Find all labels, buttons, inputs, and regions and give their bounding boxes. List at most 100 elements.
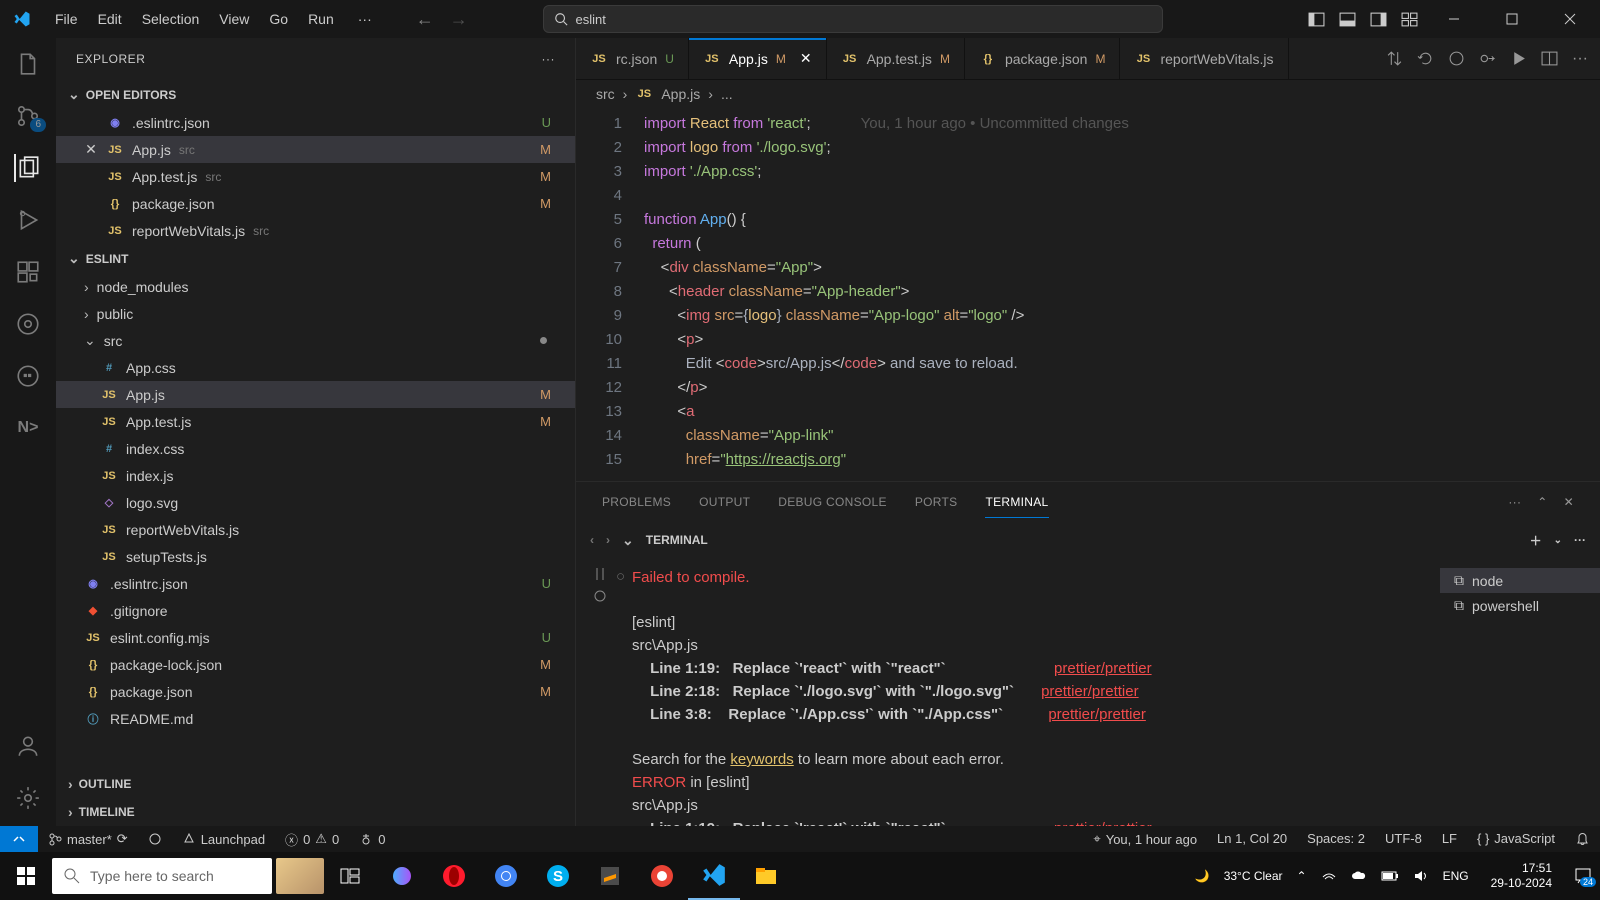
panel-tab-ports[interactable]: PORTS [915,487,958,518]
command-center-search[interactable]: eslint [543,5,1163,33]
panel-close-icon[interactable]: ✕ [1564,495,1574,509]
open-editor-item[interactable]: JSreportWebVitals.jssrc [56,217,575,244]
outline-section[interactable]: ›OUTLINE [56,770,575,798]
term-prev-icon[interactable]: ‹ [590,533,594,547]
panel-tab-output[interactable]: OUTPUT [699,487,750,518]
sidebar-more-icon[interactable]: ··· [542,52,556,66]
battery-icon[interactable] [1381,870,1399,882]
panel-tab-problems[interactable]: PROBLEMS [602,487,671,518]
file-tree-item[interactable]: ›node_modules [56,273,575,300]
spaces-status[interactable]: Spaces: 2 [1297,831,1375,846]
weather-text[interactable]: 33°C Clear [1224,869,1283,883]
terminal-shell-item[interactable]: ⧉powershell [1440,593,1600,618]
explorer-taskbar-icon[interactable] [740,852,792,900]
menu-run[interactable]: Run [298,7,344,31]
skype-icon[interactable]: S [532,852,584,900]
file-tree-item[interactable]: ◇logo.svg [56,489,575,516]
account-icon[interactable] [14,732,42,760]
sublime-icon[interactable] [584,852,636,900]
start-button[interactable] [0,852,52,900]
file-tree-item[interactable]: JSApp.test.jsM [56,408,575,435]
explorer-icon[interactable] [14,50,42,78]
forward-icon[interactable]: → [450,9,468,30]
extensions-icon[interactable] [14,258,42,286]
menu-go[interactable]: Go [259,7,298,31]
task-view-icon[interactable] [324,852,376,900]
editor-tab[interactable]: {}package.jsonM [965,38,1121,79]
encoding-status[interactable]: UTF-8 [1375,831,1432,846]
revert-icon[interactable] [1417,50,1434,67]
scm-icon[interactable] [14,102,42,130]
panel-tab-terminal[interactable]: TERMINAL [985,487,1048,518]
file-tree-item[interactable]: ◉.eslintrc.jsonU [56,570,575,597]
file-tree-item[interactable]: JSApp.jsM [56,381,575,408]
panel-tab-debug-console[interactable]: DEBUG CONSOLE [778,487,887,518]
file-tree-item[interactable]: ›public [56,300,575,327]
file-tree-item[interactable]: #index.css [56,435,575,462]
layout-right-icon[interactable] [1370,11,1387,28]
vscode-taskbar-icon[interactable] [688,852,740,900]
menu-more-icon[interactable]: ··· [348,7,382,31]
lang-indicator[interactable]: ENG [1443,869,1469,883]
file-tree-item[interactable]: {}package-lock.jsonM [56,651,575,678]
opera-icon[interactable] [428,852,480,900]
blame-status[interactable]: ⌖You, 1 hour ago [1083,831,1207,847]
open-editors-section[interactable]: ⌄OPEN EDITORS [56,80,575,109]
menu-edit[interactable]: Edit [88,7,132,31]
terminal-shell-item[interactable]: ⧉node [1440,568,1600,593]
term-dropdown-icon[interactable]: ⌄ [1554,535,1562,546]
run-icon[interactable] [1510,50,1527,67]
search-highlight-icon[interactable] [276,858,324,894]
notification-center-icon[interactable]: 24 [1574,867,1592,885]
compare-icon[interactable] [1386,50,1403,67]
eol-status[interactable]: LF [1432,831,1467,846]
open-editor-item[interactable]: ✕JSApp.jssrcM [56,136,575,163]
onedrive-icon[interactable] [1351,868,1367,884]
more-tab-icon[interactable]: ··· [1572,50,1588,68]
open-editor-item[interactable]: JSApp.test.jssrcM [56,163,575,190]
open-editor-item[interactable]: ◉.eslintrc.jsonU [56,109,575,136]
clock[interactable]: 17:5129-10-2024 [1483,861,1560,891]
minimap[interactable] [1544,108,1600,481]
timeline-section[interactable]: ›TIMELINE [56,798,575,826]
editor-tab[interactable]: JSrc.jsonU [576,38,689,79]
cursor-pos-status[interactable]: Ln 1, Col 20 [1207,831,1297,846]
file-tree-item[interactable]: JSreportWebVitals.js [56,516,575,543]
project-section[interactable]: ⌄ESLINT [56,244,575,273]
layout-bottom-icon[interactable] [1339,11,1356,28]
nx-icon[interactable]: N> [14,414,42,442]
copilot-icon[interactable] [376,852,428,900]
go-icon[interactable] [1448,50,1465,67]
file-tree-item[interactable]: ◆.gitignore [56,597,575,624]
docker-icon[interactable] [14,362,42,390]
back-icon[interactable]: ← [416,9,434,30]
file-tree-item[interactable]: {}package.jsonM [56,678,575,705]
editor-tab[interactable]: JSApp.test.jsM [827,38,965,79]
chrome-icon[interactable] [480,852,532,900]
maximize-button[interactable] [1490,0,1534,38]
term-next-icon[interactable]: › [606,533,610,547]
remote-button[interactable] [0,826,38,852]
files-icon[interactable] [14,154,42,182]
sync-icon[interactable]: ⟳ [117,831,128,847]
panel-more-icon[interactable]: ··· [1508,495,1521,509]
file-tree-item[interactable]: ⌄src [56,327,575,354]
taskbar-search[interactable]: Type here to search [52,858,272,894]
menu-file[interactable]: File [45,7,88,31]
editor-tab[interactable]: JSreportWebVitals.js [1120,38,1288,79]
lang-status[interactable]: { }JavaScript [1467,831,1565,846]
volume-icon[interactable] [1413,868,1429,884]
layout-custom-icon[interactable] [1401,11,1418,28]
file-tree-item[interactable]: JSsetupTests.js [56,543,575,570]
minimize-button[interactable] [1432,0,1476,38]
close-tab-icon[interactable]: ✕ [800,50,812,67]
wifi-icon[interactable] [1321,868,1337,884]
code-editor[interactable]: 123456789101112131415 import React from … [576,108,1600,481]
term-more-icon[interactable]: ··· [1574,533,1586,547]
split-icon[interactable] [1541,50,1558,67]
close-window-button[interactable] [1548,0,1592,38]
chrome2-icon[interactable] [636,852,688,900]
ports-status[interactable]: 0 [349,826,395,852]
gitlens-status[interactable] [138,826,172,852]
problems-status[interactable]: ⓧ0⚠0 [275,826,349,852]
